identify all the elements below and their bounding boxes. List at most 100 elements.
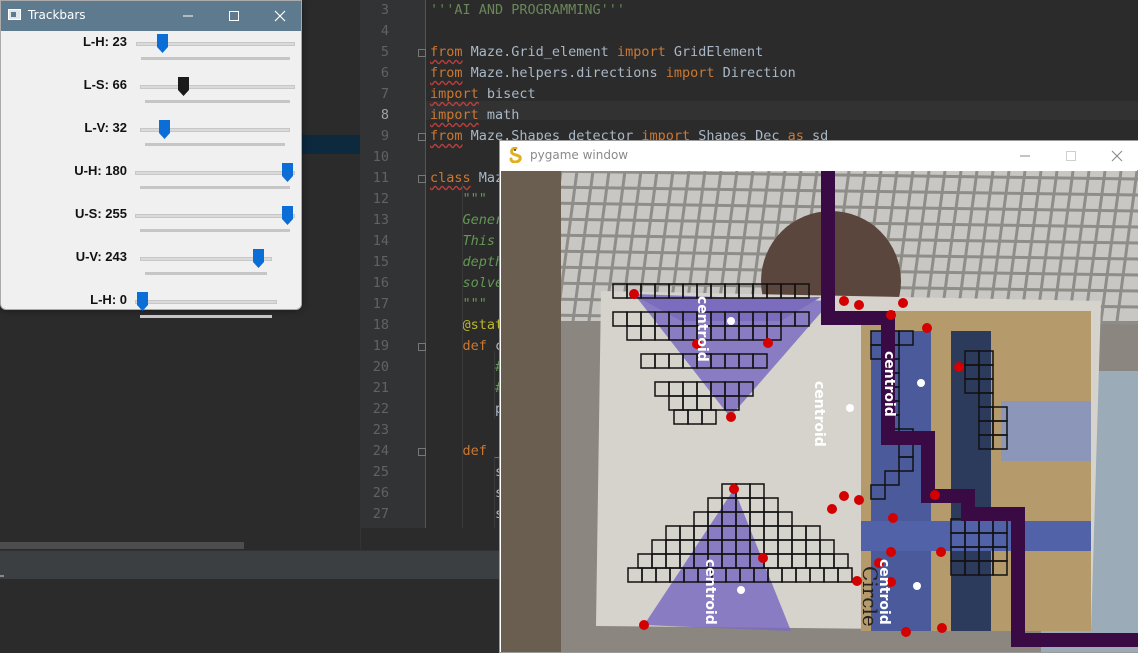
trackbar-tick-bar bbox=[140, 315, 272, 318]
code-token: def bbox=[462, 338, 487, 354]
trackbars-title: Trackbars bbox=[28, 8, 86, 22]
code-line[interactable]: solve bbox=[430, 273, 504, 294]
fold-marker[interactable] bbox=[418, 448, 426, 456]
code-line[interactable]: from Maze.helpers.directions import Dire… bbox=[430, 63, 796, 84]
code-line[interactable]: s bbox=[430, 504, 503, 525]
code-token: '''AI AND PROGRAMMING''' bbox=[430, 2, 626, 18]
minimize-button[interactable] bbox=[165, 1, 211, 31]
code-line[interactable]: Gener bbox=[430, 210, 504, 231]
code-token: solve bbox=[430, 275, 504, 291]
pygame-close-button[interactable] bbox=[1094, 141, 1138, 170]
line-number: 13 bbox=[372, 212, 389, 228]
trackbar-thumb[interactable] bbox=[137, 292, 148, 311]
code-token: @stat bbox=[430, 317, 504, 333]
line-number: 26 bbox=[372, 485, 389, 501]
code-token: math bbox=[478, 107, 520, 123]
line-number: 6 bbox=[380, 65, 389, 81]
line-number: 17 bbox=[372, 296, 389, 312]
centroid-label: centroid bbox=[811, 381, 827, 447]
code-token: import bbox=[430, 86, 479, 102]
trackbar-track[interactable] bbox=[135, 171, 295, 175]
pygame-title: pygame window bbox=[530, 148, 629, 162]
trackbar-tick-bar bbox=[145, 143, 285, 146]
fold-marker[interactable] bbox=[418, 49, 426, 57]
trackbar-thumb[interactable] bbox=[158, 120, 170, 139]
trackbar-thumb[interactable] bbox=[282, 163, 293, 182]
code-line[interactable]: def _ bbox=[430, 441, 504, 462]
code-token: class bbox=[430, 170, 471, 186]
code-line[interactable]: """ bbox=[430, 189, 487, 210]
line-number: 16 bbox=[372, 275, 389, 291]
trackbar-tick-bar bbox=[140, 186, 290, 189]
code-line[interactable]: def c bbox=[430, 336, 504, 357]
trackbar-track[interactable] bbox=[135, 300, 277, 304]
trackbar-label: U-S: 255 bbox=[74, 206, 127, 221]
code-line[interactable]: # bbox=[430, 378, 503, 399]
code-token: Direction bbox=[714, 65, 796, 81]
horizontal-scrollbar[interactable] bbox=[0, 542, 244, 549]
code-token: bisect bbox=[478, 86, 536, 102]
line-number: 23 bbox=[372, 422, 389, 438]
camera-frame: centroid centroid centroid centroid cent… bbox=[501, 171, 1138, 652]
trackbars-titlebar[interactable]: Trackbars bbox=[1, 1, 301, 31]
fold-marker[interactable] bbox=[418, 133, 426, 141]
pygame-maximize-button[interactable] bbox=[1048, 141, 1094, 170]
camera-view[interactable]: centroid centroid centroid centroid cent… bbox=[501, 171, 1138, 652]
pygame-snake-icon bbox=[509, 147, 522, 163]
code-line[interactable]: from Maze.Grid_element import GridElemen… bbox=[430, 42, 763, 63]
line-number: 24 bbox=[372, 443, 389, 459]
trackbar-track[interactable] bbox=[140, 257, 272, 261]
code-line[interactable]: import math bbox=[430, 105, 519, 126]
trackbar-thumb[interactable] bbox=[282, 206, 293, 225]
centroid-label: centroid bbox=[694, 296, 710, 362]
line-number: 8 bbox=[380, 107, 389, 123]
fold-marker[interactable] bbox=[418, 343, 426, 351]
status-indicator bbox=[0, 575, 4, 577]
code-line[interactable]: @stat bbox=[430, 315, 504, 336]
trackbar-thumb[interactable] bbox=[156, 34, 168, 53]
trackbars-window: Trackbars L-H: 23 L-S: 66 L-V: 32 U-H: 180 U… bbox=[0, 0, 302, 318]
code-token: Maze.helpers.directions bbox=[462, 65, 666, 81]
maximize-icon bbox=[1066, 150, 1076, 161]
trackbar-label: L-S: 66 bbox=[83, 77, 127, 92]
code-line[interactable]: '''AI AND PROGRAMMING''' bbox=[430, 0, 625, 21]
code-token: def bbox=[462, 443, 487, 459]
code-token: s bbox=[430, 485, 504, 501]
pygame-titlebar[interactable]: pygame window bbox=[500, 141, 1138, 170]
code-token: # bbox=[430, 380, 504, 396]
trackbar-thumb[interactable] bbox=[178, 77, 190, 96]
trackbar-row: U-S: 255 bbox=[1, 203, 301, 246]
centroid-label: centroid bbox=[702, 559, 718, 625]
code-line[interactable]: s bbox=[430, 462, 503, 483]
code-line[interactable]: """ bbox=[430, 294, 487, 315]
line-number: 21 bbox=[372, 380, 389, 396]
pygame-minimize-button[interactable] bbox=[1002, 141, 1048, 170]
maximize-button[interactable] bbox=[211, 1, 257, 31]
code-line[interactable]: s bbox=[430, 483, 503, 504]
code-token: import bbox=[616, 44, 666, 60]
circle-label: Circle bbox=[858, 566, 882, 627]
minimize-icon bbox=[1020, 155, 1030, 156]
code-token: import bbox=[430, 107, 479, 123]
line-number: 22 bbox=[372, 401, 389, 417]
trackbar-tick-bar bbox=[141, 57, 290, 60]
box-pattern-stripe bbox=[1001, 401, 1091, 461]
trackbar-track[interactable] bbox=[135, 214, 295, 218]
trackbar-label: L-H: 23 bbox=[82, 34, 127, 49]
trackbar-thumb[interactable] bbox=[253, 249, 265, 268]
trackbar-row: U-H: 180 bbox=[1, 160, 301, 203]
code-token: # bbox=[430, 359, 504, 375]
trackbar-track[interactable] bbox=[140, 85, 295, 89]
code-line[interactable]: p bbox=[430, 399, 503, 420]
code-token: s bbox=[430, 464, 504, 480]
pygame-window: pygame window centroid centroid centroid… bbox=[499, 140, 1138, 653]
code-line[interactable]: depth bbox=[430, 252, 504, 273]
project-selected-row[interactable] bbox=[302, 135, 360, 154]
fold-marker[interactable] bbox=[418, 175, 426, 183]
code-line[interactable]: import bisect bbox=[430, 84, 536, 105]
code-line[interactable]: # bbox=[430, 357, 503, 378]
close-button[interactable] bbox=[257, 1, 303, 31]
line-number: 27 bbox=[372, 506, 389, 522]
trackbar-row: U-V: 243 bbox=[1, 246, 301, 289]
